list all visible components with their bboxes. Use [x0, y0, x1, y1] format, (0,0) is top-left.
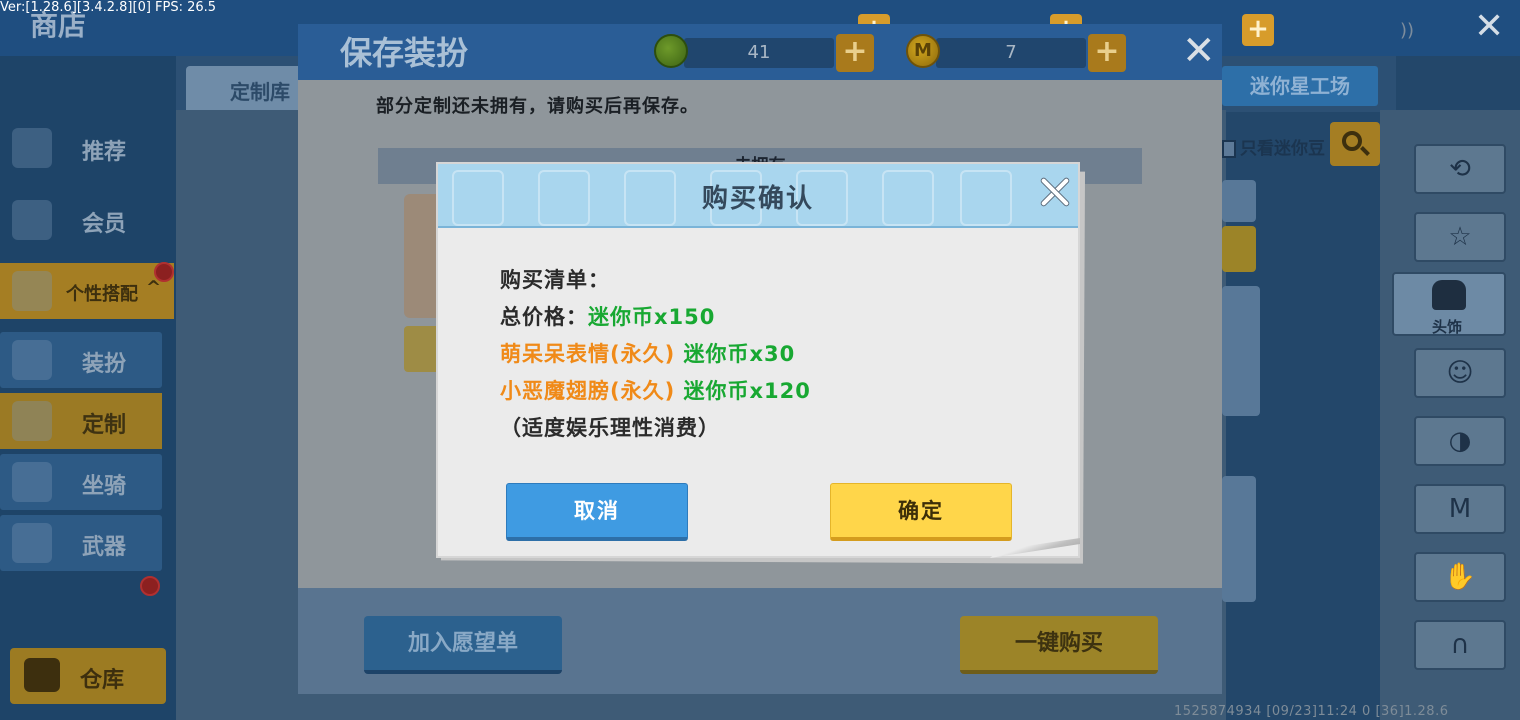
thumbs-up-icon — [12, 128, 52, 168]
total-price-value: 迷你币x150 — [588, 305, 716, 329]
save-dialog-close-icon[interactable]: ✕ — [1182, 28, 1216, 74]
item-card-peek[interactable] — [1222, 180, 1256, 222]
total-price-label: 总价格： — [500, 305, 588, 329]
notification-dot-2 — [140, 576, 160, 596]
gun-icon — [12, 523, 52, 563]
add-mini-coin-button[interactable]: + — [1088, 34, 1126, 72]
item-card-peek-2[interactable] — [1222, 286, 1260, 416]
head-accessory-icon — [1432, 280, 1466, 310]
confirm-button[interactable]: 确定 — [830, 483, 1012, 541]
face-icon[interactable]: ☺ — [1414, 348, 1506, 398]
pants-icon[interactable]: ∩ — [1414, 620, 1506, 670]
mini-bean-icon — [654, 34, 688, 68]
sidebar-item-member[interactable]: 会员 — [0, 192, 162, 248]
purchase-item-name: 萌呆呆表情(永久) — [500, 342, 676, 366]
shirt-m-icon[interactable]: M — [1414, 484, 1506, 534]
mini-coin-icon: M — [906, 34, 940, 68]
shop-sidebar: 推荐 会员 个性搭配 ^ 装扮 定制 坐骑 武器 — [0, 56, 176, 720]
tab-mini-workshop[interactable]: 迷你星工场 — [1222, 66, 1378, 106]
storage-button[interactable]: 仓库 — [10, 648, 166, 704]
cancel-button[interactable]: 取消 — [506, 483, 688, 541]
version-fps-readout: Ver:[1.28.6][3.4.2.8][0] FPS: 26.5 — [0, 0, 217, 15]
sidebar-item-mount[interactable]: 坐骑 — [0, 454, 162, 510]
purchase-item-price: 迷你币x30 — [683, 342, 796, 366]
save-outfit-message: 部分定制还未拥有，请购买后再保存。 — [376, 96, 699, 117]
purchase-list-label: 购买清单： — [500, 268, 610, 292]
add-to-wishlist-button[interactable]: 加入愿望单 — [364, 616, 562, 674]
mount-icon — [12, 462, 52, 502]
save-outfit-title: 保存装扮 — [340, 34, 469, 72]
one-click-buy-button[interactable]: 一键购买 — [960, 616, 1158, 674]
sidebar-item-weapon[interactable]: 武器 — [0, 515, 162, 571]
member-card-icon — [12, 200, 52, 240]
sidebar-item-personal-outfit[interactable]: 个性搭配 ^ — [0, 263, 174, 319]
category-head-accessory[interactable]: 头饰 — [1392, 272, 1506, 336]
pencil-icon — [12, 401, 52, 441]
mask-icon[interactable]: ◑ — [1414, 416, 1506, 466]
sidebar-item-recommend[interactable]: 推荐 — [0, 120, 162, 176]
outfit-icon — [12, 271, 52, 311]
tab-custom-library[interactable]: 定制库 — [186, 66, 306, 112]
purchase-item-row: 萌呆呆表情(永久) 迷你币x30 — [500, 338, 795, 368]
sidebar-item-dressup[interactable]: 装扮 — [0, 332, 162, 388]
chest-icon — [24, 658, 60, 692]
item-card-peek-3[interactable] — [1222, 476, 1256, 602]
history-icon[interactable]: ⟲ — [1414, 144, 1506, 194]
moderate-play-note: （适度娱乐理性消费） — [500, 416, 720, 440]
total-price-row: 总价格：迷你币x150 — [500, 301, 715, 331]
confirm-dialog-title: 购买确认 — [701, 184, 814, 214]
notification-dot — [154, 262, 174, 282]
mini-coin-balance: 7 — [936, 38, 1086, 68]
purchase-item-price: 迷你币x120 — [683, 379, 811, 403]
mini-bean-balance: 41 — [684, 38, 834, 68]
item-buy-peek[interactable] — [1222, 226, 1256, 272]
sidebar-item-custom[interactable]: 定制 — [0, 393, 162, 449]
add-mini-bean-button[interactable]: + — [836, 34, 874, 72]
purchase-item-name: 小恶魔翅膀(永久) — [500, 379, 676, 403]
search-button[interactable] — [1330, 122, 1380, 166]
only-mini-beans-toggle[interactable]: 只看迷你豆 — [1222, 134, 1325, 159]
checkbox-icon[interactable] — [1222, 140, 1236, 158]
purchase-item-row: 小恶魔翅膀(永久) 迷你币x120 — [500, 375, 811, 405]
unowned-item-card[interactable] — [404, 194, 440, 318]
signal-icon: )) — [1400, 20, 1415, 41]
shop-add-currency-button-3[interactable]: + — [1242, 14, 1274, 46]
confirm-dialog-close-icon[interactable] — [1034, 172, 1074, 212]
unowned-item-buy-button[interactable] — [404, 326, 440, 372]
outfit-icon — [12, 340, 52, 380]
debug-footer: 1525874934 [09/23]11:24 0 [36]1.28.6 — [1174, 704, 1449, 719]
glove-icon[interactable]: ✋ — [1414, 552, 1506, 602]
close-icon[interactable]: ✕ — [1474, 6, 1504, 47]
shirt-star-icon[interactable]: ☆ — [1414, 212, 1506, 262]
